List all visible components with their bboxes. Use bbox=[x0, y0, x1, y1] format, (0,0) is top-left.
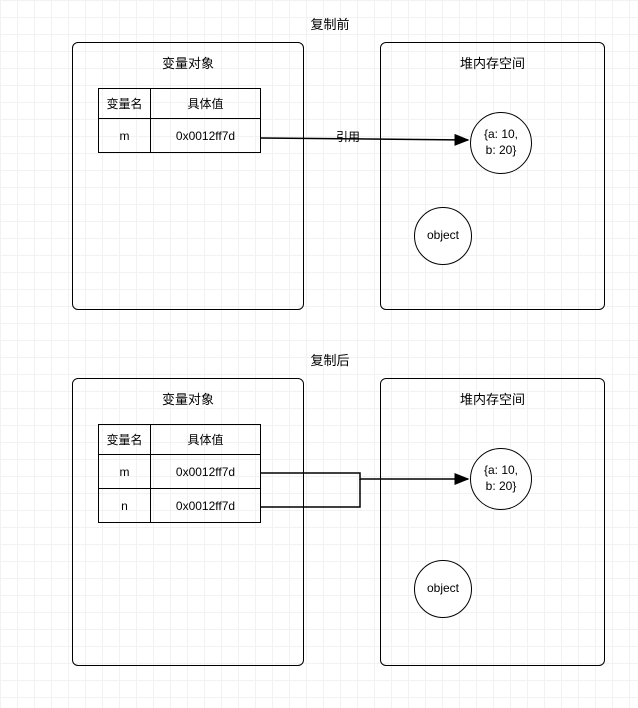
panel-heap-after: 堆内存空间 bbox=[380, 378, 605, 666]
cell-name: m bbox=[99, 119, 151, 153]
th-value: 具体值 bbox=[151, 89, 261, 119]
panel-varobj-title-after: 变量对象 bbox=[73, 389, 303, 408]
table-row: m 0x0012ff7d bbox=[99, 119, 261, 153]
panel-heap-before: 堆内存空间 bbox=[380, 42, 605, 310]
var-table-after: 变量名 具体值 m 0x0012ff7d n 0x0012ff7d bbox=[98, 424, 261, 523]
th-value: 具体值 bbox=[151, 425, 261, 455]
heap-object-label-after: object bbox=[414, 560, 472, 618]
table-header-row: 变量名 具体值 bbox=[99, 89, 261, 119]
th-name: 变量名 bbox=[99, 89, 151, 119]
cell-value: 0x0012ff7d bbox=[151, 455, 261, 489]
th-name: 变量名 bbox=[99, 425, 151, 455]
heap-object-content: {a: 10, b: 20} bbox=[484, 127, 518, 158]
table-header-row: 变量名 具体值 bbox=[99, 425, 261, 455]
heap-object-label-before: object bbox=[414, 207, 472, 265]
heap-object-after: {a: 10, b: 20} bbox=[470, 448, 532, 510]
panel-varobj-before: 变量对象 bbox=[72, 42, 304, 310]
heap-object-label-text: object bbox=[427, 581, 459, 597]
var-table-before: 变量名 具体值 m 0x0012ff7d bbox=[98, 88, 261, 153]
cell-value: 0x0012ff7d bbox=[151, 119, 261, 153]
cell-name: n bbox=[99, 489, 151, 523]
panel-heap-title-after: 堆内存空间 bbox=[381, 389, 604, 408]
panel-heap-title-before: 堆内存空间 bbox=[381, 53, 604, 72]
heap-object-label-text: object bbox=[427, 228, 459, 244]
table-row: n 0x0012ff7d bbox=[99, 489, 261, 523]
heap-object-before: {a: 10, b: 20} bbox=[470, 112, 532, 174]
panel-varobj-title-before: 变量对象 bbox=[73, 53, 303, 72]
heap-object-content: {a: 10, b: 20} bbox=[484, 463, 518, 494]
section-title-before: 复制前 bbox=[280, 14, 380, 33]
table-row: m 0x0012ff7d bbox=[99, 455, 261, 489]
edge-label-reference: 引用 bbox=[336, 128, 360, 145]
cell-name: m bbox=[99, 455, 151, 489]
cell-value: 0x0012ff7d bbox=[151, 489, 261, 523]
section-title-after: 复制后 bbox=[280, 350, 380, 369]
